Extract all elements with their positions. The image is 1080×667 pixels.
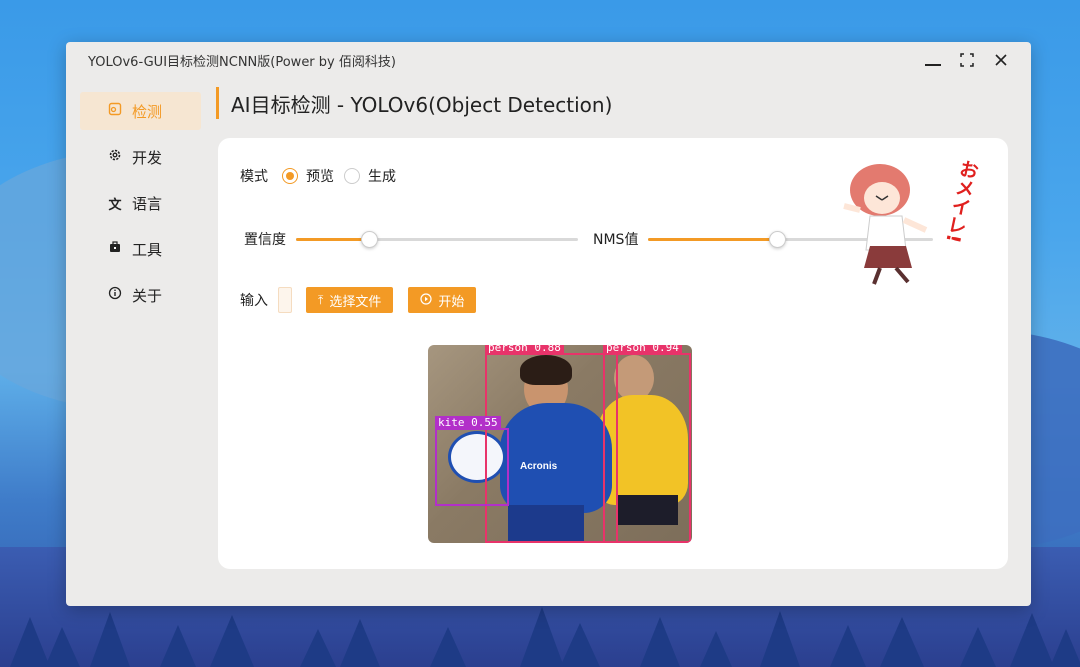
info-icon: [106, 286, 124, 304]
detection-card: 模式 预览 生成 置信度 NMS值 输入 ⤒ 选择文件 开始 Acronis p…: [218, 138, 1008, 569]
sidebar-item-language[interactable]: 文 语言: [80, 184, 201, 222]
close-button[interactable]: [991, 50, 1011, 70]
minimize-icon: [925, 64, 941, 66]
detect-icon: [106, 102, 124, 120]
confidence-label: 置信度: [244, 232, 286, 248]
page-header: AI目标检测 - YOLOv6(Object Detection): [216, 86, 612, 120]
window-title: YOLOv6-GUI目标检测NCNN版(Power by 佰阅科技): [88, 54, 396, 70]
sidebar-item-develop[interactable]: 开发: [80, 138, 201, 176]
translate-icon: 文: [108, 197, 122, 213]
confidence-slider[interactable]: [296, 231, 578, 248]
sidebar-item-tools[interactable]: 工具: [80, 230, 201, 268]
radio-generate[interactable]: [344, 168, 360, 184]
upload-icon: ⤒: [318, 292, 324, 307]
sidebar-item-label: 工具: [132, 240, 163, 259]
input-row: 输入 ⤒ 选择文件 开始: [240, 287, 491, 313]
select-file-button[interactable]: ⤒ 选择文件: [306, 287, 394, 313]
start-label: 开始: [438, 294, 465, 310]
page-title: AI目标检测 - YOLOv6(Object Detection): [231, 92, 613, 117]
toolbox-icon: [106, 240, 124, 258]
start-button[interactable]: 开始: [408, 287, 477, 313]
maximize-icon: [960, 53, 974, 67]
gear-icon: [106, 148, 124, 166]
sidebar-item-detect[interactable]: 检测: [80, 92, 201, 130]
confidence-handle[interactable]: [361, 231, 379, 248]
radio-generate-label: 生成: [368, 169, 396, 185]
minimize-button[interactable]: [923, 50, 943, 70]
nms-fill: [648, 238, 777, 241]
detection-result-image: Acronis person 0.88 person 0.94 kite 0.5…: [428, 345, 692, 543]
window-controls: [923, 50, 1011, 70]
nms-handle[interactable]: [768, 231, 786, 248]
radio-preview[interactable]: [282, 168, 298, 184]
close-icon: [995, 54, 1007, 66]
radio-preview-label: 预览: [306, 169, 334, 185]
bbox-label: kite 0.55: [435, 416, 501, 429]
title-bar[interactable]: YOLOv6-GUI目标检测NCNN版(Power by 佰阅科技): [66, 42, 1031, 78]
sidebar-item-label: 语言: [132, 194, 163, 213]
maximize-button[interactable]: [957, 50, 977, 70]
sidebar-item-label: 关于: [132, 286, 163, 305]
file-path-field[interactable]: [278, 287, 292, 313]
bbox-person: person 0.94: [603, 345, 691, 543]
bbox-kite: kite 0.55: [435, 416, 509, 506]
play-circle-icon: [420, 292, 432, 308]
sidebar: 检测 开发 文 语言 工具 关于: [80, 92, 201, 322]
confidence-row: 置信度: [244, 229, 578, 249]
bbox-label: person 0.94: [603, 345, 682, 354]
bbox-label: person 0.88: [485, 345, 564, 354]
anime-mascot-image: おメイレ!: [840, 150, 990, 290]
title-accent-bar: [216, 87, 219, 119]
nms-label: NMS值: [593, 232, 639, 248]
tree-silhouettes: [10, 607, 1080, 667]
app-window: YOLOv6-GUI目标检测NCNN版(Power by 佰阅科技) 检测 开发…: [66, 42, 1031, 606]
sidebar-item-label: 开发: [132, 148, 163, 167]
mode-row: 模式 预览 生成: [240, 166, 396, 186]
input-label: 输入: [240, 293, 268, 309]
sidebar-item-about[interactable]: 关于: [80, 276, 201, 314]
mode-label: 模式: [240, 169, 268, 185]
sidebar-item-label: 检测: [132, 102, 163, 121]
select-file-label: 选择文件: [329, 294, 382, 310]
confidence-fill: [296, 238, 370, 241]
